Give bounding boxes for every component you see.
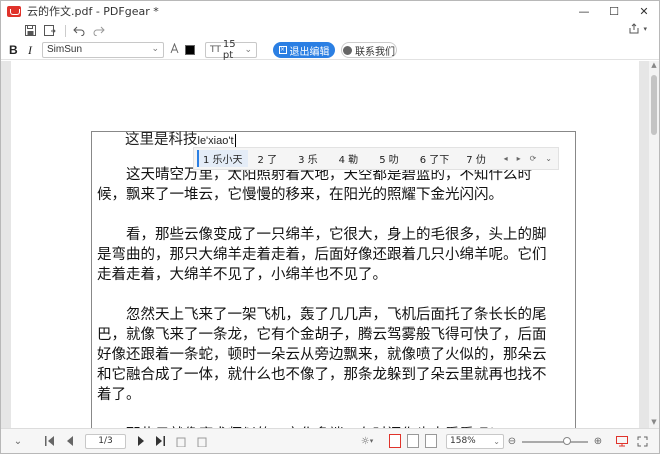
text-caret [234,133,236,147]
minimize-button[interactable]: — [569,1,599,21]
vertical-scrollbar[interactable]: ▲ ▼ [649,61,659,428]
chevron-down-icon[interactable]: ⌄ [11,434,25,448]
close-button[interactable]: ✕ [629,1,659,21]
bold-button[interactable]: B [9,43,18,57]
font-size-value: 15 pt [222,39,236,61]
single-page-view-icon[interactable] [389,434,401,448]
italic-button[interactable]: I [28,43,32,58]
app-window: 云的作文.pdf - PDFgear * — ☐ ✕ ▾ B I SimSun … [0,0,660,454]
ime-candidate[interactable]: 2 了 [258,151,283,166]
ime-candidate-bar: 1 乐小天 2 了 3 乐 4 勒 5 叻 6 了下 7 仂 ◂ ▸ ⟳ ⌄ [193,147,559,170]
quick-toolbar: ▾ [1,21,659,40]
scroll-thumb[interactable] [651,75,657,135]
redo-icon[interactable] [92,24,106,38]
zoom-select[interactable]: 158% ⌄ [446,434,504,449]
previous-page-icon[interactable] [63,434,77,448]
font-family-select[interactable]: SimSun ⌄ [42,42,164,58]
zoom-in-icon[interactable]: ⊕ [591,434,605,448]
rotate-right-icon[interactable] [195,434,209,448]
paragraph-line: 看，那些云像变成了一只绵羊，它很大，身上的毛很多，头上的脚 [126,227,547,243]
share-menu[interactable]: ▾ [629,23,647,34]
title-bar: 云的作文.pdf - PDFgear * — ☐ ✕ [1,1,659,21]
font-family-value: SimSun [47,44,83,55]
paragraph-line: 好像还跟着一条蛇，顿时一朵云从旁边飘来，就像喷了火似的，那朵云 [97,347,547,363]
ime-candidate[interactable]: 6 了下 [420,151,455,166]
ime-candidate[interactable]: 4 勒 [339,151,364,166]
paragraph-line: 和它融合成了一体，就什么也不像了，那条龙躲到了朵云里就再也找不 [97,367,547,383]
ime-navigation: ◂ ▸ ⟳ ⌄ [495,154,552,163]
ime-prev-icon[interactable]: ◂ [504,154,508,163]
headset-icon [343,45,352,55]
exit-icon: × [278,46,287,54]
status-bar: ⌄ 1/3 ☼ ▾ 158% ⌄ ⊖ ⊕ [1,428,659,453]
two-page-view-icon[interactable] [425,434,437,448]
ime-candidate[interactable]: 1 乐小天 [197,150,248,167]
paragraph-line: 是弯曲的，那只大绵羊走着走着，后面好像还跟着几只小绵羊呢。它们 [97,247,547,263]
exit-edit-label: 退出编辑 [289,46,330,58]
paragraph-line: 忽然天上飞来了一架飞机，轰了几几声，飞机后面托了条长长的尾 [126,307,547,323]
ime-candidate[interactable]: 7 仂 [466,151,491,166]
paragraph-line: 候，飘来了一堆云，它慢慢的移来，在阳光的照耀下金光闪闪。 [97,187,503,203]
paragraph-line: 走着走着，大绵羊不见了，小绵羊也不见了。 [97,267,387,283]
first-page-icon[interactable] [43,434,57,448]
text-color-icon[interactable] [169,42,181,56]
save-icon[interactable] [23,24,37,38]
ime-composition-text: le'xiao't [197,135,234,147]
zoom-value: 158% [450,436,476,446]
last-page-icon[interactable] [153,434,167,448]
page-number-input[interactable]: 1/3 [85,434,126,449]
document-body[interactable]: 这天晴空万里，太阳照射着大地，天空都是碧蓝的，不知什么时 候，飘来了一堆云，它慢慢… [97,165,569,428]
share-icon [629,23,639,34]
ime-refresh-icon[interactable]: ⟳ [530,154,537,163]
font-size-icon: TT [210,45,221,55]
paragraph-line: 巴，就像飞来了一条龙，它有个金胡子，腾云驾雾般飞得可快了，后面 [97,327,547,343]
ime-next-icon[interactable]: ▸ [517,154,521,163]
continuous-view-icon[interactable] [407,434,419,448]
zoom-slider[interactable] [522,441,588,443]
contact-us-label: 联系我们 [355,46,395,58]
window-controls: — ☐ ✕ [569,1,659,21]
brightness-icon[interactable]: ☼ ▾ [357,434,377,448]
format-toolbar: B I SimSun ⌄ TT 15 pt ⌄ × 退出编辑 联系我们 [1,39,659,61]
save-as-icon[interactable] [43,24,57,38]
ime-candidate[interactable]: 5 叻 [379,151,404,166]
scroll-up-icon[interactable]: ▲ [649,61,659,71]
maximize-button[interactable]: ☐ [599,1,629,21]
window-title: 云的作文.pdf - PDFgear * [27,5,159,18]
ime-candidate[interactable]: 3 乐 [298,151,323,166]
font-size-select[interactable]: TT 15 pt ⌄ [205,39,257,61]
zoom-slider-handle[interactable] [563,437,571,445]
toolbar-divider [65,24,66,37]
undo-icon[interactable] [72,24,86,38]
document-title-text: 这里是科技 [125,132,198,148]
chevron-down-icon: ⌄ [151,43,159,53]
chevron-down-icon: ⌄ [493,437,500,446]
exit-edit-button[interactable]: × 退出编辑 [273,42,335,58]
scroll-down-icon[interactable]: ▼ [649,418,659,428]
zoom-out-icon[interactable]: ⊖ [505,434,519,448]
fullscreen-icon[interactable] [635,434,649,448]
editable-text-box[interactable]: 这里是科技le'xiao't 这天晴空万里，太阳照射着大地，天空都是碧蓝的，不知… [91,131,576,428]
font-color-swatch[interactable] [185,45,195,55]
document-viewport[interactable]: 这里是科技le'xiao't 这天晴空万里，太阳照射着大地，天空都是碧蓝的，不知… [1,61,659,428]
next-page-icon[interactable] [134,434,148,448]
chevron-down-icon: ⌄ [244,45,252,55]
contact-us-button[interactable]: 联系我们 [341,42,397,58]
chevron-down-icon: ▾ [643,24,647,33]
present-icon[interactable] [615,434,629,448]
paragraph-line: 着了。 [97,387,141,403]
ime-expand-icon[interactable]: ⌄ [545,154,552,163]
pdfgear-logo-icon [7,5,21,17]
rotate-left-icon[interactable] [174,434,188,448]
pdf-page: 这里是科技le'xiao't 这天晴空万里，太阳照射着大地，天空都是碧蓝的，不知… [11,61,639,428]
